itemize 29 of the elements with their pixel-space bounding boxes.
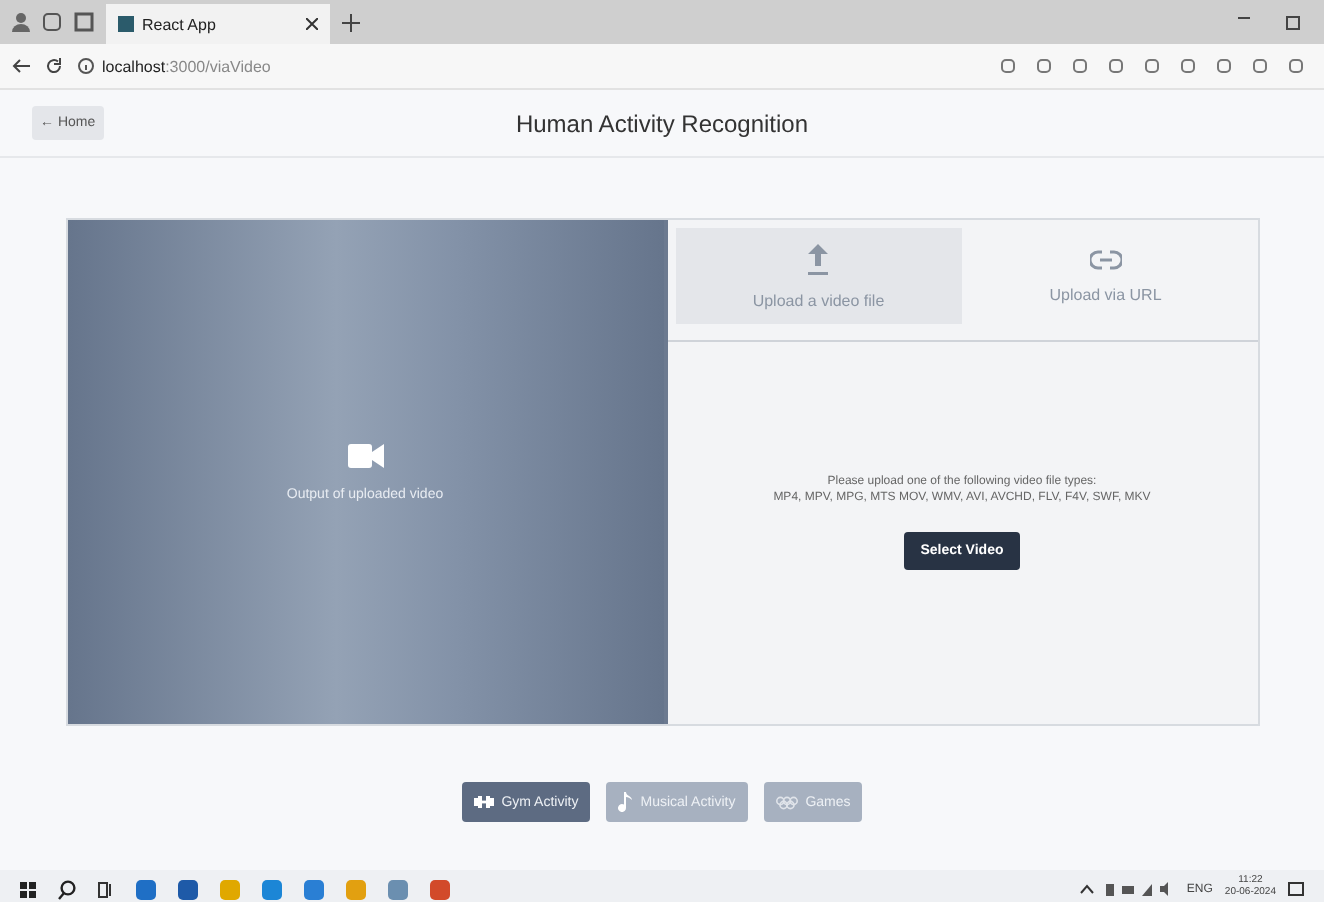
url-field[interactable]: localhost:3000/viaVideo — [102, 57, 271, 75]
dumbbell-icon — [473, 794, 494, 810]
app-icon[interactable] — [262, 879, 282, 899]
chevron-icon[interactable] — [1080, 884, 1095, 894]
task-view-icon[interactable] — [98, 881, 114, 897]
start-icon[interactable] — [20, 881, 36, 897]
app-icon[interactable] — [304, 879, 324, 899]
search-icon[interactable] — [58, 879, 76, 899]
notification-icon[interactable] — [1288, 881, 1304, 897]
app-icon[interactable] — [430, 879, 450, 899]
app-icon[interactable] — [178, 879, 198, 899]
music-note-icon — [618, 792, 633, 812]
minimize-icon[interactable] — [1238, 15, 1250, 19]
new-tab-icon[interactable] — [342, 13, 360, 31]
app-icon[interactable] — [136, 879, 156, 899]
back-icon[interactable] — [12, 58, 30, 74]
app-icon[interactable] — [388, 879, 408, 899]
link-icon — [1089, 249, 1122, 269]
browser-tab[interactable]: React App — [106, 4, 330, 44]
app-icon — [118, 16, 134, 32]
info-icon[interactable] — [78, 58, 94, 74]
refresh-icon[interactable] — [46, 58, 62, 74]
restore-icon[interactable] — [1286, 15, 1300, 29]
video-camera-icon — [347, 443, 383, 467]
profile-icon[interactable] — [12, 12, 30, 32]
page-title: Human Activity Recognition — [515, 109, 809, 137]
rings-icon — [775, 795, 798, 809]
upload-icon — [806, 243, 831, 275]
close-icon[interactable] — [306, 18, 318, 30]
